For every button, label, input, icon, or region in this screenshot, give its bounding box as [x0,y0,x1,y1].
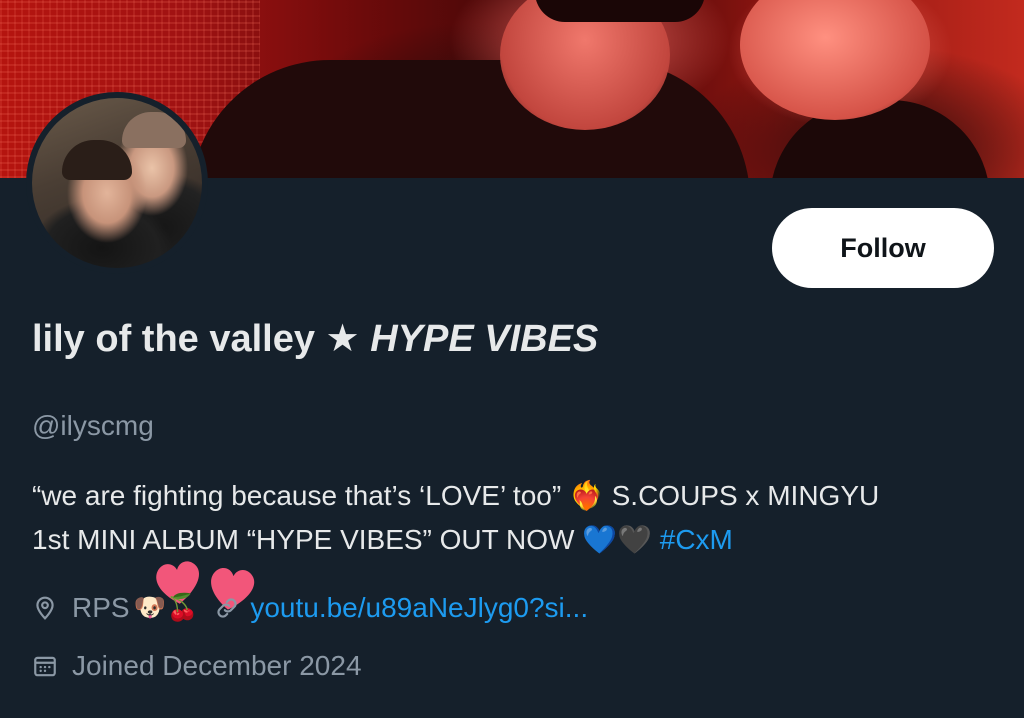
joined-date: Joined December 2024 [72,650,362,681]
profile-link[interactable]: youtu.be/u89aNeJlyg0?si... [250,592,588,624]
user-handle: @ilyscmg [32,410,154,441]
avatar[interactable] [26,92,208,274]
avatar-hair-left [62,140,132,180]
calendar-icon [34,656,56,677]
bio-quote: “we are fighting because that’s ‘LOVE’ t… [32,480,562,511]
location-pin-icon [36,596,54,620]
display-name-text: lily of the valley ★ [32,318,360,360]
hearts-emoji: 💙🖤 [582,523,652,556]
joined-row: Joined December 2024 [32,650,362,682]
bio-album: 1st MINI ALBUM “HYPE VIBES” OUT NOW [32,524,575,555]
location-row: RPS 🐶🍒 youtu.be/u89aNeJlyg0?si... [32,592,588,624]
avatar-hair-right [122,112,186,148]
bio: “we are fighting because that’s ‘LOVE’ t… [32,474,1002,562]
display-name-italic: HYPE VIBES [370,318,599,360]
dog-cherry-emoji: 🐶🍒 [133,593,199,623]
heart-on-fire-emoji: ❤️‍🔥 [568,479,604,512]
bio-artists: S.COUPS x MINGYU [611,480,880,511]
bio-line-1: “we are fighting because that’s ‘LOVE’ t… [32,474,1002,518]
link-icon [217,598,237,618]
banner-sunglasses [535,0,705,22]
bio-hashtag[interactable]: #CxM [660,524,733,555]
display-name: lily of the valley ★ HYPE VIBES [32,316,598,361]
follow-button[interactable]: Follow [772,208,994,288]
avatar-photo [32,98,202,268]
location-text: RPS [72,592,130,623]
